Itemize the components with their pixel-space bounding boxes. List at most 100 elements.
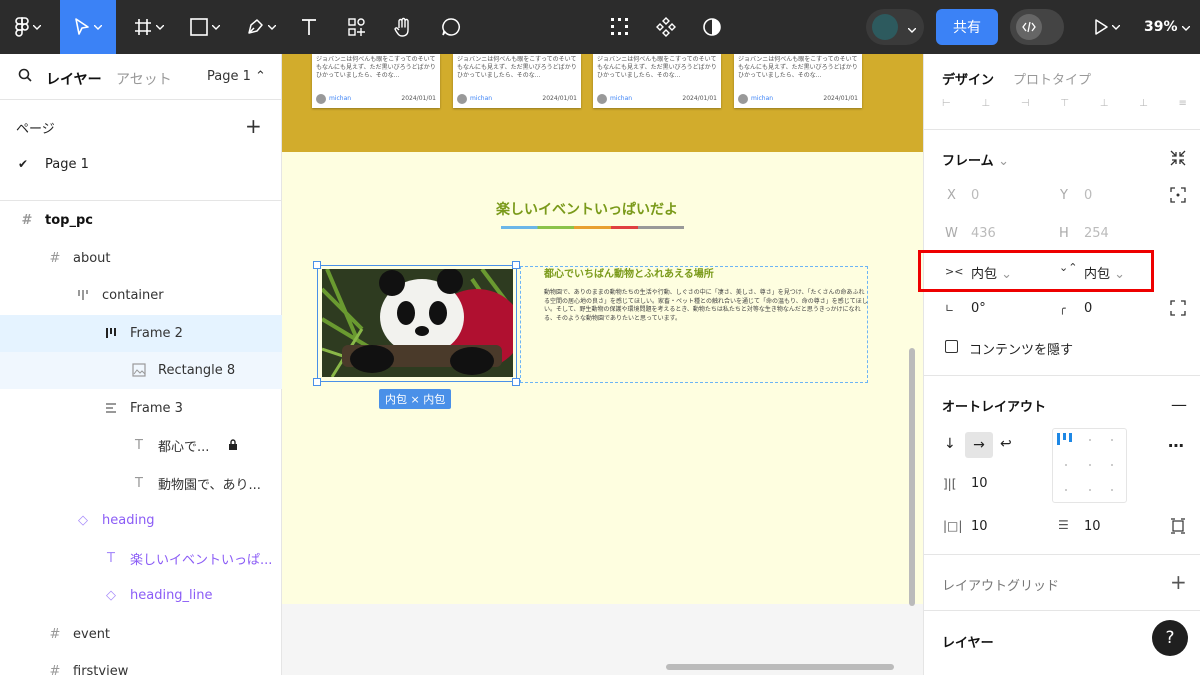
about-title[interactable]: 都心でいちばん動物とふれあえる場所: [544, 265, 714, 280]
dev-mode-toggle[interactable]: [1010, 9, 1064, 45]
frame-section-title[interactable]: フレーム ⌄: [942, 150, 1009, 169]
direction-horizontal-button[interactable]: →: [965, 432, 993, 458]
align-center-h-icon[interactable]: ⊥: [981, 98, 990, 112]
frame3-outline[interactable]: [520, 266, 868, 383]
w-field[interactable]: 436: [971, 226, 996, 241]
layer-row[interactable]: container: [0, 277, 282, 314]
layer-row[interactable]: T 楽しいイベントいっぱ...: [0, 540, 282, 577]
page-label: Page 1: [45, 156, 89, 172]
align-left-icon[interactable]: ⊢: [942, 98, 951, 112]
resize-handle[interactable]: [512, 378, 520, 386]
layer-label: heading_line: [130, 588, 213, 603]
constraints-icon[interactable]: [1170, 187, 1186, 207]
card-text: ジョバンニは何べんも眼をこすってのそいてもなんにも見えず、ただ黒いびろうどばかり…: [457, 56, 577, 79]
resize-handle[interactable]: [512, 261, 520, 269]
layer-row[interactable]: Frame 3: [0, 390, 282, 427]
page-item[interactable]: ✔ Page 1: [0, 148, 282, 180]
h-field[interactable]: 254: [1084, 226, 1109, 241]
layer-label: about: [73, 251, 111, 266]
about-body[interactable]: 動物園で、ありのままの動物たちの生活や行動、しぐさの中に「凄さ、美しさ、尊さ」を…: [544, 289, 868, 323]
horizontal-scrollbar[interactable]: [666, 664, 894, 670]
align-right-icon[interactable]: ⊣: [1021, 98, 1030, 112]
page-selector[interactable]: Page 1 ⌃: [207, 69, 266, 84]
align-dot: [1111, 489, 1113, 491]
layer-row[interactable]: ◇ heading_line: [0, 577, 282, 614]
frame-tool-button[interactable]: [126, 0, 172, 54]
component-button[interactable]: [650, 0, 682, 54]
tab-assets[interactable]: アセット: [116, 69, 172, 89]
hand-tool-button[interactable]: [386, 0, 420, 54]
move-tool-button[interactable]: [60, 0, 116, 54]
components-grid-icon: [610, 17, 630, 37]
canvas[interactable]: ジョバンニは何べんも眼をこすってのそいてもなんにも見えず、ただ黒いびろうどばかり…: [282, 54, 923, 675]
more-options-icon[interactable]: ⋯: [1168, 436, 1184, 455]
comment-tool-button[interactable]: [434, 0, 468, 54]
component-icon: [656, 17, 676, 37]
heading-line[interactable]: [501, 226, 684, 229]
shape-tool-button[interactable]: [182, 0, 228, 54]
padding-horizontal-field[interactable]: 10: [971, 519, 988, 534]
remove-autolayout-button[interactable]: —: [1171, 395, 1187, 414]
zoom-menu[interactable]: 39%: [1144, 0, 1191, 54]
layer-label: container: [102, 288, 164, 303]
divider: [0, 200, 282, 201]
tab-prototype[interactable]: プロトタイプ: [1013, 69, 1091, 88]
vertical-scrollbar[interactable]: [909, 348, 915, 606]
layer-row[interactable]: T 動物園で、あり...: [0, 465, 282, 502]
help-button[interactable]: ?: [1152, 620, 1188, 656]
independent-corners-icon[interactable]: [1170, 300, 1186, 320]
layer-row[interactable]: ◇ heading: [0, 502, 282, 539]
pages-header: ページ: [16, 122, 55, 137]
panel-tabs: レイヤー アセット Page 1 ⌃: [0, 54, 282, 100]
present-button[interactable]: [1084, 0, 1130, 54]
components-grid-button[interactable]: [604, 0, 636, 54]
x-field[interactable]: 0: [971, 188, 979, 203]
dev-mode-icon: [1016, 14, 1042, 40]
individual-padding-icon[interactable]: [1170, 518, 1186, 538]
align-dot: [1089, 439, 1091, 441]
tab-design[interactable]: デザイン: [942, 69, 994, 88]
resize-handle[interactable]: [313, 378, 321, 386]
collapse-icon[interactable]: [1170, 150, 1186, 170]
figma-menu-icon: [15, 17, 29, 37]
share-button[interactable]: 共有: [936, 9, 998, 45]
corner-radius-field[interactable]: 0: [1084, 301, 1092, 316]
figma-menu-button[interactable]: [6, 0, 50, 54]
section-heading[interactable]: 楽しいイベントいっぱいだよ: [482, 199, 692, 219]
layer-row-selected[interactable]: Frame 2: [0, 315, 282, 352]
add-layout-grid-button[interactable]: +: [1170, 570, 1187, 594]
layer-row[interactable]: # top_pc: [0, 202, 282, 239]
layer-label: heading: [102, 513, 155, 528]
layer-row[interactable]: # firstview: [0, 653, 282, 675]
gap-field[interactable]: 10: [971, 476, 988, 491]
distribute-icon[interactable]: ≡: [1179, 98, 1187, 112]
hide-content-checkbox[interactable]: [945, 340, 958, 353]
layer-row[interactable]: # about: [0, 240, 282, 277]
wrap-icon[interactable]: ↩: [1000, 436, 1012, 452]
layer-row[interactable]: T 都心で...: [0, 427, 282, 464]
rotation-field[interactable]: 0°: [971, 301, 986, 316]
layer-row[interactable]: # event: [0, 616, 282, 653]
layer-label: event: [73, 627, 111, 642]
text-tool-button[interactable]: [294, 0, 324, 54]
search-icon[interactable]: [18, 68, 32, 86]
align-center-v-icon[interactable]: ⊥: [1100, 98, 1109, 112]
align-top-icon[interactable]: ⊤: [1060, 98, 1069, 112]
resources-button[interactable]: [340, 0, 374, 54]
pen-tool-button[interactable]: [238, 0, 284, 54]
autolayout-section-title: オートレイアウト: [942, 400, 1047, 415]
resize-handle[interactable]: [313, 261, 321, 269]
padding-vertical-field[interactable]: 10: [1084, 519, 1101, 534]
tab-layers[interactable]: レイヤー: [46, 69, 102, 89]
chevron-down-icon: [94, 24, 102, 30]
user-avatar-button[interactable]: [866, 9, 924, 45]
layer-row[interactable]: Rectangle 8: [0, 352, 282, 389]
contrast-button[interactable]: [696, 0, 728, 54]
divider: [924, 129, 1200, 130]
align-bottom-icon[interactable]: ⊥: [1139, 98, 1148, 112]
alignment-grid[interactable]: [1052, 428, 1127, 503]
y-field[interactable]: 0: [1084, 188, 1092, 203]
direction-vertical-icon[interactable]: ↓: [944, 436, 956, 452]
add-page-button[interactable]: +: [245, 114, 262, 138]
lock-icon[interactable]: [228, 439, 238, 455]
